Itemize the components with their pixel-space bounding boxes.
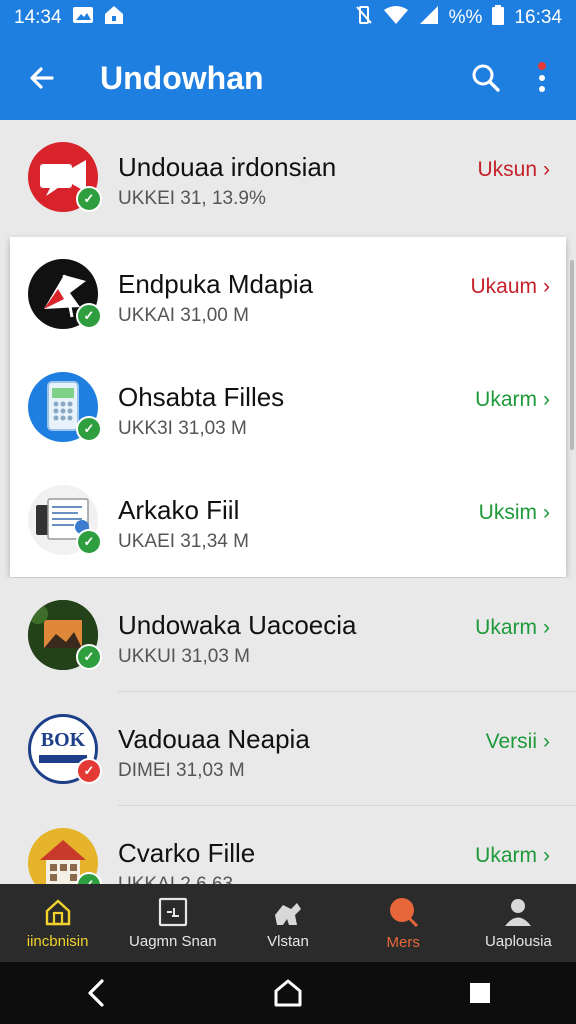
item-action-label: Ukarm: [475, 388, 537, 411]
item-meta: UKAEI 31,34 M: [118, 531, 249, 552]
search-icon: [472, 64, 500, 92]
person-icon: [505, 898, 532, 926]
item-action-button[interactable]: Uksim ›: [479, 501, 550, 525]
check-badge-icon: ✓: [76, 186, 102, 212]
arrow-back-icon: [30, 67, 54, 89]
scrollbar[interactable]: [570, 260, 574, 450]
back-button[interactable]: [14, 50, 70, 106]
item-name: Cvarko Fille: [118, 838, 256, 868]
system-back-button[interactable]: [66, 968, 126, 1018]
search-icon: [390, 897, 419, 927]
status-right: %% 16:34: [355, 5, 562, 31]
search-button[interactable]: [458, 50, 514, 106]
signal-icon: [419, 5, 439, 31]
item-name: Endpuka Mdapia: [118, 269, 314, 299]
list-item[interactable]: ✓ Arkako Fiil UKAEI 31,34 M Uksim ›: [10, 463, 566, 577]
nav-label: Uaplousia: [485, 932, 552, 950]
item-action-label: Uksun: [477, 158, 537, 181]
page-title: Undowhan: [100, 59, 264, 96]
nav-item-screen[interactable]: Uagmn Snan: [115, 884, 230, 962]
item-action-button[interactable]: Uksun ›: [477, 158, 550, 182]
item-name: Undowaka Uacoecia: [118, 610, 357, 640]
nav-label: Mers: [386, 933, 420, 951]
nav-item-home[interactable]: iincbnisin: [0, 884, 115, 962]
list-item[interactable]: ✓ Undouaa irdonsian UKKEI 31, 13.9% Uksu…: [0, 120, 576, 234]
book-logo-text: BOK: [40, 729, 86, 751]
item-action-button[interactable]: Ukarm ›: [475, 388, 550, 412]
status-bar: 14:34 %% 16:34: [0, 0, 576, 36]
nav-item-mers[interactable]: Mers: [346, 884, 461, 962]
recents-icon: [470, 983, 490, 1003]
warning-badge-icon: ✓: [76, 758, 102, 784]
item-action-button[interactable]: Versii ›: [486, 730, 550, 754]
chevron-right-icon: ›: [543, 501, 550, 524]
nav-label: iincbnisin: [26, 932, 89, 950]
system-nav: [0, 962, 576, 1024]
nav-item-vlstan[interactable]: Vlstan: [230, 884, 345, 962]
item-meta: UKKAI 2 6.63: [118, 874, 233, 884]
item-action-button[interactable]: Ukaum ›: [470, 275, 550, 299]
battery-percent: %%: [448, 7, 483, 28]
nav-item-profile[interactable]: Uaplousia: [461, 884, 576, 962]
chevron-right-icon: ›: [543, 844, 550, 867]
list-item[interactable]: ✓ Cvarko Fille UKKAI 2 6.63 Ukarm ›: [0, 806, 576, 884]
chevron-right-icon: ›: [543, 158, 550, 181]
item-action-label: Ukarm: [475, 844, 537, 867]
wifi-icon: [383, 5, 409, 31]
item-meta: UKKAI 31,00 M: [118, 305, 249, 326]
item-meta: DIMEI 31,03 M: [118, 760, 245, 781]
item-action-label: Versii: [485, 730, 537, 753]
list-item[interactable]: ✓ Endpuka Mdapia UKKAI 31,00 M Ukaum ›: [10, 237, 566, 351]
back-icon: [88, 979, 104, 1007]
item-action-label: Ukarm: [475, 616, 537, 639]
item-name: Arkako Fiil: [118, 495, 240, 525]
chevron-right-icon: ›: [543, 730, 550, 753]
home-icon: [274, 979, 302, 1007]
status-left: 14:34: [14, 5, 124, 31]
item-meta: UKKUI 31,03 M: [118, 646, 250, 667]
item-action-label: Uksim: [478, 501, 537, 524]
home-icon: [45, 898, 70, 925]
check-badge-icon: ✓: [76, 529, 102, 555]
list-item[interactable]: BOK ✓ Vadouaa Neapia DIMEI 31,03 M Versi…: [0, 692, 576, 806]
nav-label: Uagmn Snan: [129, 932, 217, 950]
status-time-left: 14:34: [14, 7, 62, 28]
more-vert-icon: [538, 62, 546, 92]
check-badge-icon: ✓: [76, 416, 102, 442]
chevron-right-icon: ›: [543, 388, 550, 411]
more-options-button[interactable]: [514, 50, 570, 106]
chevron-right-icon: ›: [543, 275, 550, 298]
battery-icon: [492, 5, 505, 31]
nav-label: Vlstan: [267, 932, 309, 950]
item-action-button[interactable]: Ukarm ›: [475, 844, 550, 868]
item-action-label: Ukaum: [470, 275, 537, 298]
home-status-icon: [104, 5, 124, 31]
item-name: Vadouaa Neapia: [118, 724, 310, 754]
item-meta: UKK3I 31,03 M: [118, 418, 247, 439]
bottom-nav: iincbnisin Uagmn Snan Vlstan Mers Uaplou…: [0, 884, 576, 962]
vibrate-off-icon: [355, 5, 373, 31]
item-name: Undouaa irdonsian: [118, 152, 337, 182]
puzzle-icon: [275, 902, 301, 925]
list-item[interactable]: ✓ Ohsabta Filles UKK3I 31,03 M Ukarm ›: [10, 350, 566, 464]
chevron-right-icon: ›: [543, 616, 550, 639]
item-name: Ohsabta Filles: [118, 382, 285, 412]
check-badge-icon: ✓: [76, 303, 102, 329]
image-icon: [72, 6, 94, 30]
status-time-right: 16:34: [514, 7, 562, 28]
file-list: ✓ Undouaa irdonsian UKKEI 31, 13.9% Uksu…: [0, 120, 576, 884]
system-home-button[interactable]: [258, 968, 318, 1018]
app-bar: Undowhan: [0, 36, 576, 120]
item-action-button[interactable]: Ukarm ›: [475, 616, 550, 640]
screen-icon: [158, 897, 187, 926]
system-recents-button[interactable]: [450, 968, 510, 1018]
list-item[interactable]: ✓ Undowaka Uacoecia UKKUI 31,03 M Ukarm …: [0, 578, 576, 692]
check-badge-icon: ✓: [76, 644, 102, 670]
item-meta: UKKEI 31, 13.9%: [118, 188, 266, 209]
